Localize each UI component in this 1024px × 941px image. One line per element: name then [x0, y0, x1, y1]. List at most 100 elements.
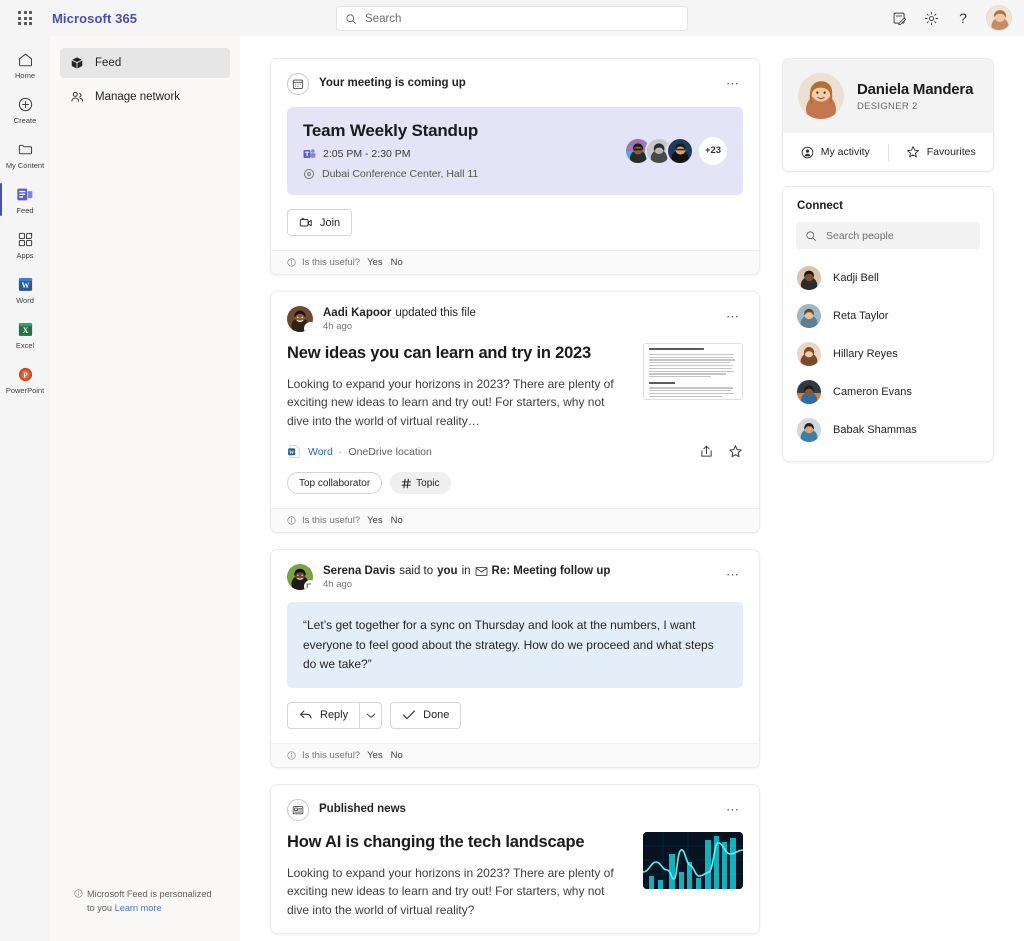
search-input[interactable]	[365, 12, 679, 25]
file-card-actor[interactable]: Aadi Kapoor	[323, 307, 391, 319]
list-item[interactable]: Kadji Bell	[787, 259, 989, 297]
meeting-card-header: Your meeting is coming up ⋯	[287, 73, 743, 95]
news-card: Published news ⋯ How AI is changing the …	[270, 783, 760, 935]
file-title[interactable]: New ideas you can learn and try in 2023	[287, 343, 627, 364]
meeting-location-row: Dubai Conference Center, Hall 11	[303, 168, 624, 180]
info-icon	[287, 516, 296, 526]
list-item[interactable]: Babak Shammas	[787, 411, 989, 449]
chip-topic[interactable]: Topic	[390, 472, 451, 495]
rail-item-word[interactable]: W Word	[0, 267, 50, 312]
waffle-icon	[18, 11, 32, 25]
rail-item-excel[interactable]: X Excel	[0, 312, 50, 357]
star-icon[interactable]	[728, 444, 743, 459]
email-subject[interactable]: Re: Meeting follow up	[492, 565, 611, 577]
feedback-yes-button[interactable]: Yes	[366, 750, 384, 761]
feedback-button[interactable]	[884, 3, 914, 33]
meeting-card-body: Your meeting is coming up ⋯ Team Weekly …	[271, 59, 759, 250]
news-card-body: Published news ⋯ How AI is changing the …	[271, 785, 759, 933]
person-name: Babak Shammas	[833, 424, 917, 436]
news-description: Looking to expand your horizons in 2023?…	[287, 865, 614, 917]
rail-label: Create	[13, 115, 37, 125]
apps-grid-icon	[17, 230, 34, 250]
email-card-more-button[interactable]: ⋯	[723, 566, 743, 584]
email-card-header: Serena Davis said to you in Re: Meeting …	[287, 564, 743, 591]
rail-item-feed[interactable]: Feed	[0, 177, 50, 222]
document-thumbnail[interactable]	[643, 343, 743, 400]
join-button[interactable]: Join	[287, 209, 353, 236]
share-icon[interactable]	[699, 444, 714, 459]
reply-dropdown-button[interactable]	[360, 701, 383, 729]
email-verb: said to	[399, 565, 434, 578]
file-card-more-button[interactable]: ⋯	[723, 308, 743, 326]
chip-top-collaborator[interactable]: Top collaborator	[287, 472, 383, 495]
feedback-yes-button[interactable]: Yes	[366, 257, 384, 268]
settings-button[interactable]	[916, 3, 946, 33]
meeting-card-more-button[interactable]: ⋯	[723, 75, 743, 93]
feedback-yes-button[interactable]: Yes	[366, 515, 384, 526]
rail-label: Word	[16, 295, 34, 305]
my-activity-button[interactable]: My activity	[783, 133, 888, 171]
sidebar-item-manage-network[interactable]: Manage network	[60, 82, 230, 112]
done-button[interactable]: Done	[390, 701, 462, 729]
file-card-actor-line: Aadi Kapoor updated this file	[323, 307, 476, 319]
rail-item-home[interactable]: Home	[0, 42, 50, 87]
user-avatar[interactable]	[986, 5, 1012, 31]
feedback-no-button[interactable]: No	[390, 750, 404, 761]
meeting-card-feedback: Is this useful? Yes No	[271, 250, 759, 274]
list-item[interactable]: Hillary Reyes	[787, 335, 989, 373]
list-item[interactable]: Reta Taylor	[787, 297, 989, 335]
app-root: Microsoft 365 Search ? Home Create My Co…	[0, 0, 1024, 941]
note-edit-icon	[892, 11, 907, 26]
rail-item-powerpoint[interactable]: P PowerPoint	[0, 357, 50, 402]
people-search-box[interactable]	[796, 222, 980, 249]
search-box[interactable]	[336, 6, 688, 31]
sidebar-item-label: Feed	[95, 57, 122, 69]
svg-text:X: X	[22, 326, 28, 335]
checkmark-icon	[402, 709, 416, 721]
avatar	[797, 418, 821, 442]
news-card-content: How AI is changing the tech landscape Lo…	[287, 831, 743, 919]
feedback-no-button[interactable]: No	[390, 515, 404, 526]
list-item[interactable]: Cameron Evans	[787, 373, 989, 411]
rail-item-my-content[interactable]: My Content	[0, 132, 50, 177]
app-body: Home Create My Content Feed Apps W Word …	[0, 36, 1024, 941]
news-thumbnail[interactable]	[643, 831, 743, 889]
brand-title[interactable]: Microsoft 365	[52, 11, 137, 26]
comment-icon	[304, 580, 313, 591]
rail-item-apps[interactable]: Apps	[0, 222, 50, 267]
meeting-attendees[interactable]: +23	[624, 136, 727, 165]
profile-actions: My activity Favourites	[783, 133, 993, 171]
rail-item-create[interactable]: Create	[0, 87, 50, 132]
email-actor[interactable]: Serena Davis	[323, 565, 395, 577]
profile-card: Daniela Mandera DESIGNER 2 My activity F…	[782, 58, 994, 172]
help-button[interactable]: ?	[948, 3, 978, 33]
folder-icon	[17, 140, 34, 160]
meeting-details[interactable]: Team Weekly Standup 2:05 PM - 2:30 PM Du…	[287, 107, 743, 195]
profile-identity: Daniela Mandera DESIGNER 2	[857, 81, 973, 112]
info-icon	[287, 751, 296, 760]
people-search-input[interactable]	[826, 229, 971, 242]
meeting-location: Dubai Conference Center, Hall 11	[322, 168, 479, 180]
meeting-title: Team Weekly Standup	[303, 121, 479, 140]
rail-label: My Content	[5, 160, 45, 170]
mail-icon	[475, 566, 488, 577]
person-name: Hillary Reyes	[833, 348, 898, 360]
news-title[interactable]: How AI is changing the tech landscape	[287, 832, 627, 853]
file-app-link[interactable]: Word	[308, 446, 333, 458]
meeting-time: 2:05 PM - 2:30 PM	[323, 148, 411, 160]
info-icon	[287, 258, 296, 267]
teams-icon	[303, 148, 316, 160]
app-launcher-button[interactable]	[10, 3, 40, 33]
feed-icon	[16, 185, 34, 205]
feedback-no-button[interactable]: No	[390, 257, 404, 268]
news-card-more-button[interactable]: ⋯	[723, 801, 743, 819]
sidebar-item-feed[interactable]: Feed	[60, 48, 230, 78]
learn-more-link[interactable]: Learn more	[115, 903, 162, 913]
attendee-overflow-count[interactable]: +23	[699, 136, 727, 165]
news-card-text: How AI is changing the tech landscape Lo…	[287, 832, 627, 919]
reply-button[interactable]: Reply	[287, 701, 361, 729]
favourites-button[interactable]: Favourites	[889, 133, 994, 171]
connect-title: Connect	[797, 200, 843, 212]
email-card-actor-line: Serena Davis said to you in Re: Meeting …	[323, 565, 610, 577]
app-rail: Home Create My Content Feed Apps W Word …	[0, 36, 50, 941]
